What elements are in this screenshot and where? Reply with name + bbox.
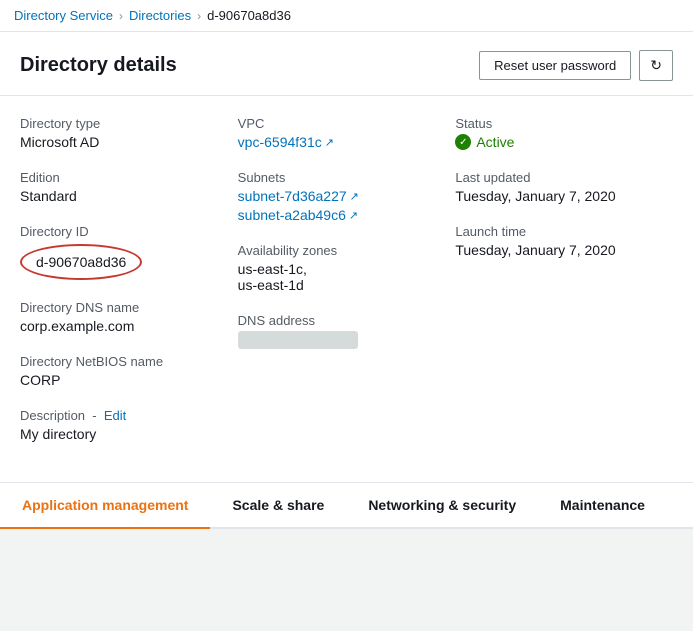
- subnet2-link[interactable]: subnet-a2ab49c6 ↗: [238, 207, 358, 223]
- directory-id-circle: d-90670a8d36: [20, 244, 142, 280]
- external-link-icon: ↗: [325, 136, 334, 149]
- tab-maintenance[interactable]: Maintenance: [538, 483, 667, 529]
- tabs-bar: Application management Scale & share Net…: [0, 483, 693, 529]
- breadcrumb-directories[interactable]: Directories: [129, 8, 191, 23]
- last-updated-value: Tuesday, January 7, 2020: [455, 188, 653, 204]
- directory-type-value: Microsoft AD: [20, 134, 218, 150]
- breadcrumb: Directory Service › Directories › d-9067…: [0, 0, 693, 32]
- directory-id-value: d-90670a8d36: [36, 254, 126, 270]
- page-title: Directory details: [20, 54, 177, 77]
- description-value: My directory: [20, 426, 218, 442]
- directory-dns-value: corp.example.com: [20, 318, 218, 334]
- launch-time-value: Tuesday, January 7, 2020: [455, 242, 653, 258]
- tab-networking-security[interactable]: Networking & security: [346, 483, 538, 529]
- subnet2-value: subnet-a2ab49c6 ↗: [238, 207, 436, 223]
- description-label: Description - Edit: [20, 408, 218, 423]
- description-group: Description - Edit My directory: [20, 408, 218, 442]
- directory-type-group: Directory type Microsoft AD: [20, 116, 218, 150]
- breadcrumb-current: d-90670a8d36: [207, 8, 291, 23]
- description-edit-link[interactable]: Edit: [104, 408, 126, 423]
- tab-application-management[interactable]: Application management: [0, 483, 210, 529]
- directory-dns-label: Directory DNS name: [20, 300, 218, 315]
- availability-zones-value: us-east-1c, us-east-1d: [238, 261, 436, 293]
- subnets-group: Subnets subnet-7d36a227 ↗ subnet-a2ab49c…: [238, 170, 436, 223]
- refresh-button[interactable]: ↻: [639, 50, 673, 81]
- vpc-link[interactable]: vpc-6594f31c ↗: [238, 134, 334, 150]
- page-header: Directory details Reset user password ↻: [0, 32, 693, 96]
- subnet1-value: subnet-7d36a227 ↗: [238, 188, 436, 204]
- netbios-group: Directory NetBIOS name CORP: [20, 354, 218, 388]
- status-group: Status ✓ Active: [455, 116, 653, 150]
- breadcrumb-directory-service[interactable]: Directory Service: [14, 8, 113, 23]
- breadcrumb-sep-1: ›: [119, 9, 123, 23]
- dns-address-group: DNS address: [238, 313, 436, 349]
- edition-group: Edition Standard: [20, 170, 218, 204]
- last-updated-label: Last updated: [455, 170, 653, 185]
- dns-address-value: [238, 331, 358, 349]
- reset-password-button[interactable]: Reset user password: [479, 51, 631, 80]
- subnets-label: Subnets: [238, 170, 436, 185]
- status-label: Status: [455, 116, 653, 131]
- breadcrumb-sep-2: ›: [197, 9, 201, 23]
- availability-zones-group: Availability zones us-east-1c, us-east-1…: [238, 243, 436, 293]
- dns-address-label: DNS address: [238, 313, 436, 328]
- directory-dns-group: Directory DNS name corp.example.com: [20, 300, 218, 334]
- launch-time-label: Launch time: [455, 224, 653, 239]
- status-active-icon: ✓: [455, 134, 471, 150]
- directory-type-label: Directory type: [20, 116, 218, 131]
- launch-time-group: Launch time Tuesday, January 7, 2020: [455, 224, 653, 258]
- subnet1-link[interactable]: subnet-7d36a227 ↗: [238, 188, 359, 204]
- details-section: Directory type Microsoft AD Edition Stan…: [0, 96, 693, 482]
- details-col-2: VPC vpc-6594f31c ↗ Subnets subnet-7d36a2…: [238, 116, 456, 462]
- details-col-3: Status ✓ Active Last updated Tuesday, Ja…: [455, 116, 673, 462]
- last-updated-group: Last updated Tuesday, January 7, 2020: [455, 170, 653, 204]
- directory-id-label: Directory ID: [20, 224, 218, 239]
- edition-value: Standard: [20, 188, 218, 204]
- status-value: ✓ Active: [455, 134, 653, 150]
- tab-scale-share[interactable]: Scale & share: [210, 483, 346, 529]
- directory-id-group: Directory ID d-90670a8d36: [20, 224, 218, 280]
- main-content: Directory details Reset user password ↻ …: [0, 32, 693, 529]
- vpc-label: VPC: [238, 116, 436, 131]
- vpc-value: vpc-6594f31c ↗: [238, 134, 436, 150]
- netbios-value: CORP: [20, 372, 218, 388]
- vpc-group: VPC vpc-6594f31c ↗: [238, 116, 436, 150]
- netbios-label: Directory NetBIOS name: [20, 354, 218, 369]
- header-actions: Reset user password ↻: [479, 50, 673, 81]
- external-link-icon-2: ↗: [350, 190, 359, 203]
- availability-zones-label: Availability zones: [238, 243, 436, 258]
- details-col-1: Directory type Microsoft AD Edition Stan…: [20, 116, 238, 462]
- external-link-icon-3: ↗: [349, 209, 358, 222]
- refresh-icon: ↻: [650, 57, 662, 74]
- edition-label: Edition: [20, 170, 218, 185]
